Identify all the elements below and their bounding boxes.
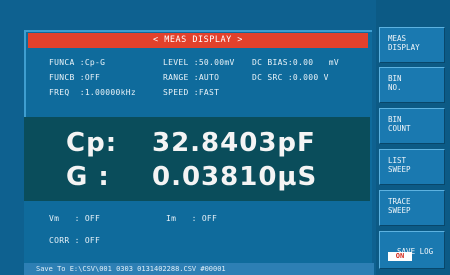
monitor-im[interactable]: Im : OFF xyxy=(166,214,217,224)
correction-status: CORR : OFF xyxy=(49,236,101,245)
page-title: < MEAS DISPLAY > xyxy=(28,33,368,48)
param-funcb[interactable]: FUNCB :OFF xyxy=(49,73,100,83)
softkey-bin-no[interactable]: BIN NO. xyxy=(379,67,445,103)
softkey-meas-display[interactable]: MEAS DISPLAY xyxy=(379,27,445,63)
save-log-on-badge: ON xyxy=(388,252,412,261)
monitor-vm[interactable]: Vm : OFF xyxy=(49,214,100,224)
param-freq[interactable]: FREQ :1.00000kHz xyxy=(49,88,136,98)
softkey-list-sweep[interactable]: LIST SWEEP xyxy=(379,149,445,185)
primary-label: Cp: xyxy=(66,128,118,158)
softkey-save-log[interactable]: SAVE LOG ON xyxy=(379,231,445,269)
secondary-label: G : xyxy=(66,162,110,192)
readout-area: Cp: 32.8403pF G : 0.03810µS xyxy=(24,117,370,201)
param-dc-src[interactable]: DC SRC :0.000 V xyxy=(252,73,329,83)
status-bar: Save To E:\CSV\001 0303 0131402288.CSV #… xyxy=(24,263,374,275)
param-funca[interactable]: FUNCA :Cp-G xyxy=(49,58,105,68)
param-level[interactable]: LEVEL :50.00mV xyxy=(163,58,235,68)
secondary-value: 0.03810µS xyxy=(152,162,318,192)
monitor-area xyxy=(24,201,370,263)
primary-value: 32.8403pF xyxy=(152,128,316,158)
param-range[interactable]: RANGE :AUTO xyxy=(163,73,219,83)
softkey-bin-count[interactable]: BIN COUNT xyxy=(379,108,445,144)
param-speed[interactable]: SPEED :FAST xyxy=(163,88,219,98)
param-dc-bias[interactable]: DC BIAS:0.00 mV xyxy=(252,58,339,68)
softkey-trace-sweep[interactable]: TRACE SWEEP xyxy=(379,190,445,226)
